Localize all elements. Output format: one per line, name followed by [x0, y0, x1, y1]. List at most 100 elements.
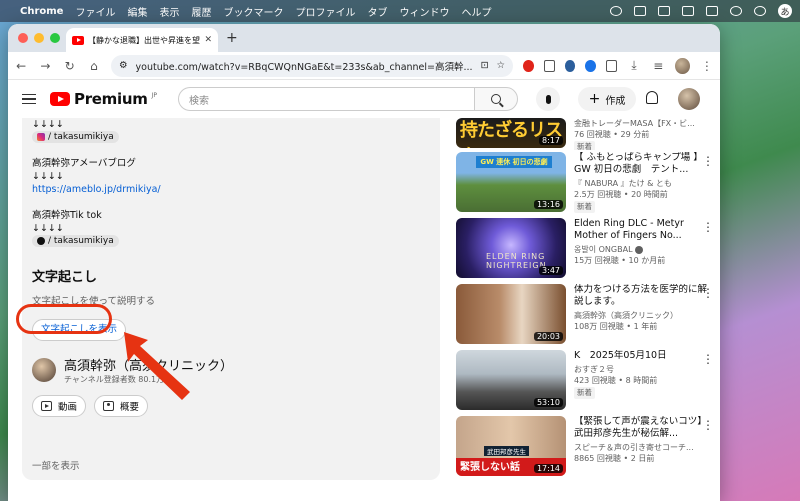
menu-file[interactable]: ファイル [75, 4, 115, 19]
video-duration: 3:47 [539, 266, 563, 275]
recommendations-sidebar: 持たざるリスク 8:17 金融トレーダーMASA【FX・ビ... 76 回視聴 … [456, 118, 714, 482]
dropbox-icon[interactable] [634, 6, 646, 16]
close-window-button[interactable] [18, 33, 28, 43]
install-app-icon[interactable]: ⊡ [481, 60, 489, 71]
reading-list-icon[interactable]: ≡ [651, 59, 665, 73]
menu-history[interactable]: 履歴 [191, 4, 211, 19]
reload-icon[interactable]: ↻ [63, 59, 77, 73]
home-icon[interactable]: ⌂ [87, 59, 101, 73]
download-icon[interactable]: ⤓ [627, 58, 641, 73]
tiktok-icon [37, 237, 45, 245]
translate-extension-icon[interactable] [585, 59, 597, 72]
menu-view[interactable]: 表示 [159, 4, 179, 19]
screen-mirroring-icon[interactable] [706, 6, 718, 16]
recommendation-item[interactable]: GW 連休 初日の悲劇 13:16 【 ふもとっぱらキャンプ場 】GW 初日の悲… [456, 152, 714, 218]
youtube-favicon-icon [72, 35, 84, 45]
browser-profile-avatar[interactable] [675, 57, 690, 74]
site-info-icon[interactable]: ⚙ [119, 60, 128, 71]
menu-icon[interactable] [22, 93, 36, 105]
instagram-handle-row: / takasumikiya [32, 131, 430, 144]
recommendation-channel[interactable]: おすぎ２号 [574, 364, 714, 375]
recommendation-item[interactable]: 53:10 K 2025年05月10日 おすぎ２号 423 回視聴 • 8 時間… [456, 350, 714, 416]
recommendation-title[interactable]: 【緊張して声が震えないコツ】武田邦彦先生が秘伝解... [574, 416, 714, 440]
extension-gray-icon[interactable] [543, 59, 555, 72]
menu-help[interactable]: ヘルプ [461, 4, 491, 19]
videos-button[interactable]: 動画 [32, 395, 87, 417]
wifi-icon[interactable] [754, 6, 766, 16]
video-icon [41, 401, 52, 411]
recommendation-channel[interactable]: 高須幹弥（高須クリニック） [574, 310, 714, 321]
person-icon [103, 401, 115, 411]
menu-profile[interactable]: プロファイル [295, 4, 355, 19]
menu-tab[interactable]: タブ [367, 4, 387, 19]
recommendation-channel[interactable]: 金融トレーダーMASA【FX・ビ... [574, 118, 714, 129]
more-options-icon[interactable]: ⋮ [702, 286, 714, 300]
recommendation-title[interactable]: 【 ふもとっぱらキャンプ場 】GW 初日の悲劇 テント... [574, 152, 714, 176]
more-options-icon[interactable]: ⋮ [702, 418, 714, 432]
notifications-bell-icon[interactable] [646, 91, 658, 104]
recommendation-item[interactable]: 武田邦彦先生 緊張しない話 17:14 【緊張して声が震えないコツ】武田邦彦先生… [456, 416, 714, 482]
new-tab-button[interactable]: + [226, 30, 238, 46]
url-text[interactable]: youtube.com/watch?v=RBqCWQnNGaE&t=233s&a… [136, 59, 473, 73]
video-thumbnail[interactable]: 53:10 [456, 350, 566, 410]
battery-icon[interactable] [682, 6, 694, 16]
search-button[interactable] [474, 87, 518, 111]
video-thumbnail[interactable]: 武田邦彦先生 緊張しない話 17:14 [456, 416, 566, 476]
bookmark-star-icon[interactable]: ☆ [497, 60, 506, 71]
recommendation-meta: 2.5万 回視聴 • 20 時間前 [574, 190, 668, 199]
recommendation-item[interactable]: ELDEN RING NIGHTREIGN 3:47 Elden Ring DL… [456, 218, 714, 284]
blog-url-link[interactable]: https://ameblo.jp/drmikiya/ [32, 183, 430, 196]
back-icon[interactable]: ← [14, 59, 28, 73]
recommendation-text: 【緊張して声が震えないコツ】武田邦彦先生が秘伝解... スピーチ＆声の引き寄せコ… [574, 416, 714, 482]
recommendation-title[interactable]: 体力をつける方法を医学的に解説します。 [574, 284, 714, 308]
more-options-icon[interactable]: ⋮ [702, 154, 714, 168]
voice-search-button[interactable] [536, 87, 560, 111]
youtube-account-avatar[interactable] [678, 88, 700, 110]
fullscreen-window-button[interactable] [50, 33, 60, 43]
input-method-indicator[interactable]: あ [778, 4, 792, 18]
more-options-icon[interactable]: ⋮ [702, 220, 714, 234]
recommendation-item[interactable]: 20:03 体力をつける方法を医学的に解説します。 高須幹弥（高須クリニック） … [456, 284, 714, 350]
active-tab[interactable]: 【静かな退職】出世や昇進を望まない ✕ [66, 28, 218, 52]
address-bar[interactable]: ⚙ youtube.com/watch?v=RBqCWQnNGaE&t=233s… [111, 54, 514, 77]
arrows-line: ↓↓↓↓ [32, 119, 64, 130]
minimize-window-button[interactable] [34, 33, 44, 43]
recommendation-channel[interactable]: 옹발이 ONGBAL [574, 245, 633, 254]
search-input[interactable]: 検索 [178, 87, 474, 111]
display-icon[interactable] [658, 6, 670, 16]
youtube-premium-logo[interactable]: Premium JP [50, 90, 157, 108]
menu-window[interactable]: ウィンドウ [399, 4, 449, 19]
show-less-link[interactable]: 一部を表示 [32, 458, 80, 472]
extension-red-icon[interactable] [523, 59, 534, 72]
browser-menu-icon[interactable]: ⋮ [700, 59, 714, 73]
video-thumbnail[interactable]: 持たざるリスク 8:17 [456, 118, 566, 148]
youtube-logo-icon [50, 92, 70, 106]
recommendation-item[interactable]: 持たざるリスク 8:17 金融トレーダーMASA【FX・ビ... 76 回視聴 … [456, 118, 714, 150]
video-thumbnail[interactable]: GW 連休 初日の悲劇 13:16 [456, 152, 566, 212]
menu-bookmarks[interactable]: ブックマーク [223, 4, 283, 19]
video-thumbnail[interactable]: ELDEN RING NIGHTREIGN 3:47 [456, 218, 566, 278]
recommendation-channel-row[interactable]: 옹발이 ONGBAL [574, 244, 714, 255]
menu-app-chrome[interactable]: Chrome [20, 6, 63, 17]
new-badge: 新着 [574, 141, 595, 150]
extension-dark-icon[interactable] [564, 59, 576, 72]
recommendation-meta: 76 回視聴 • 29 分前 [574, 130, 650, 139]
bluetooth-icon[interactable] [730, 6, 742, 16]
recommendation-channel[interactable]: スピーチ＆声の引き寄せコーチ... [574, 442, 714, 453]
forward-icon[interactable]: → [38, 59, 52, 73]
video-thumbnail[interactable]: 20:03 [456, 284, 566, 344]
menu-edit[interactable]: 編集 [127, 4, 147, 19]
recommendation-title[interactable]: K 2025年05月10日 [574, 350, 714, 362]
extensions-puzzle-icon[interactable] [606, 59, 617, 72]
thumbnail-text: GW 連休 初日の悲劇 [476, 156, 552, 168]
recommendation-title[interactable]: Elden Ring DLC - Metyr Mother of Fingers… [574, 218, 714, 242]
tab-close-icon[interactable]: ✕ [204, 35, 212, 45]
channel-avatar[interactable] [32, 358, 56, 382]
recommendation-channel[interactable]: 『 NABURA 』たけ & とも [574, 178, 714, 189]
tiktok-handle-link[interactable]: / takasumikiya [32, 235, 119, 247]
create-button[interactable]: + 作成 [578, 87, 636, 111]
arrows-line: ↓↓↓↓ [32, 223, 64, 234]
instagram-handle-link[interactable]: / takasumikiya [32, 131, 119, 143]
status-sync-icon[interactable] [610, 6, 622, 16]
more-options-icon[interactable]: ⋮ [702, 352, 714, 366]
